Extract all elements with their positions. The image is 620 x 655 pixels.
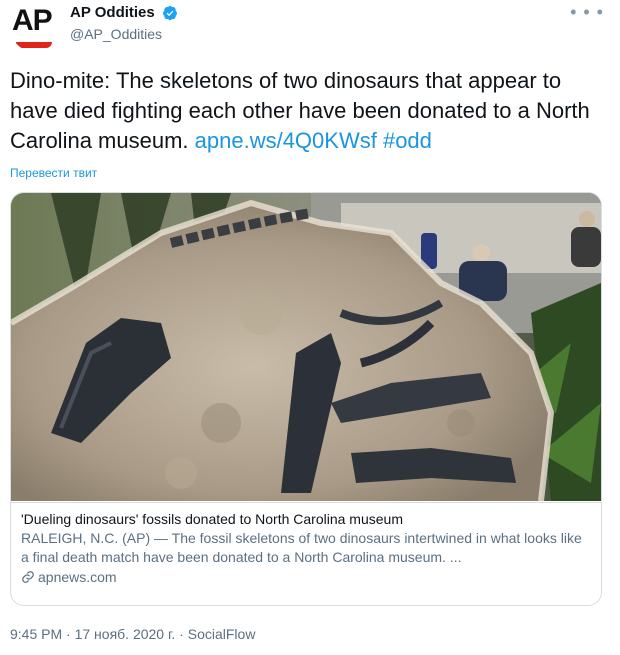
tweet-hashtag[interactable]: #odd <box>383 128 432 153</box>
tweet-source[interactable]: SocialFlow <box>188 626 256 642</box>
meta-separator: · <box>175 626 188 642</box>
card-domain-text: apnews.com <box>38 569 117 585</box>
display-name[interactable]: AP Oddities <box>70 4 155 21</box>
link-card[interactable]: 'Dueling dinosaurs' fossils donated to N… <box>10 192 602 606</box>
author-block[interactable]: AP Oddities @AP_Oddities <box>70 4 178 42</box>
meta-separator: · <box>62 626 75 642</box>
tweet-time[interactable]: 9:45 PM <box>10 626 62 642</box>
tweet-header: AP AP Oddities @AP_Oddities • • • <box>10 0 610 64</box>
avatar-logo: AP <box>12 4 53 37</box>
translate-tweet-link[interactable]: Перевести твит <box>10 166 97 180</box>
verified-badge-icon <box>163 5 178 21</box>
avatar[interactable]: AP <box>10 2 60 52</box>
avatar-logo-swoosh <box>16 42 52 48</box>
card-body[interactable]: 'Dueling dinosaurs' fossils donated to N… <box>11 502 601 585</box>
tweet-link[interactable]: apne.ws/4Q0KWsf <box>195 128 377 153</box>
card-image[interactable] <box>11 193 601 501</box>
more-icon[interactable]: • • • <box>570 2 604 23</box>
tweet-meta: 9:45 PM · 17 нояб. 2020 г. · SocialFlow <box>10 626 255 642</box>
tweet-text: Dino-mite: The skeletons of two dinosaur… <box>10 66 610 156</box>
card-domain: apnews.com <box>21 569 591 585</box>
card-title: 'Dueling dinosaurs' fossils donated to N… <box>21 511 403 527</box>
link-icon <box>22 571 34 583</box>
tweet-date[interactable]: 17 нояб. 2020 г. <box>75 626 176 642</box>
card-description: RALEIGH, N.C. (AP) — The fossil skeleton… <box>21 530 582 565</box>
handle[interactable]: @AP_Oddities <box>70 26 178 42</box>
